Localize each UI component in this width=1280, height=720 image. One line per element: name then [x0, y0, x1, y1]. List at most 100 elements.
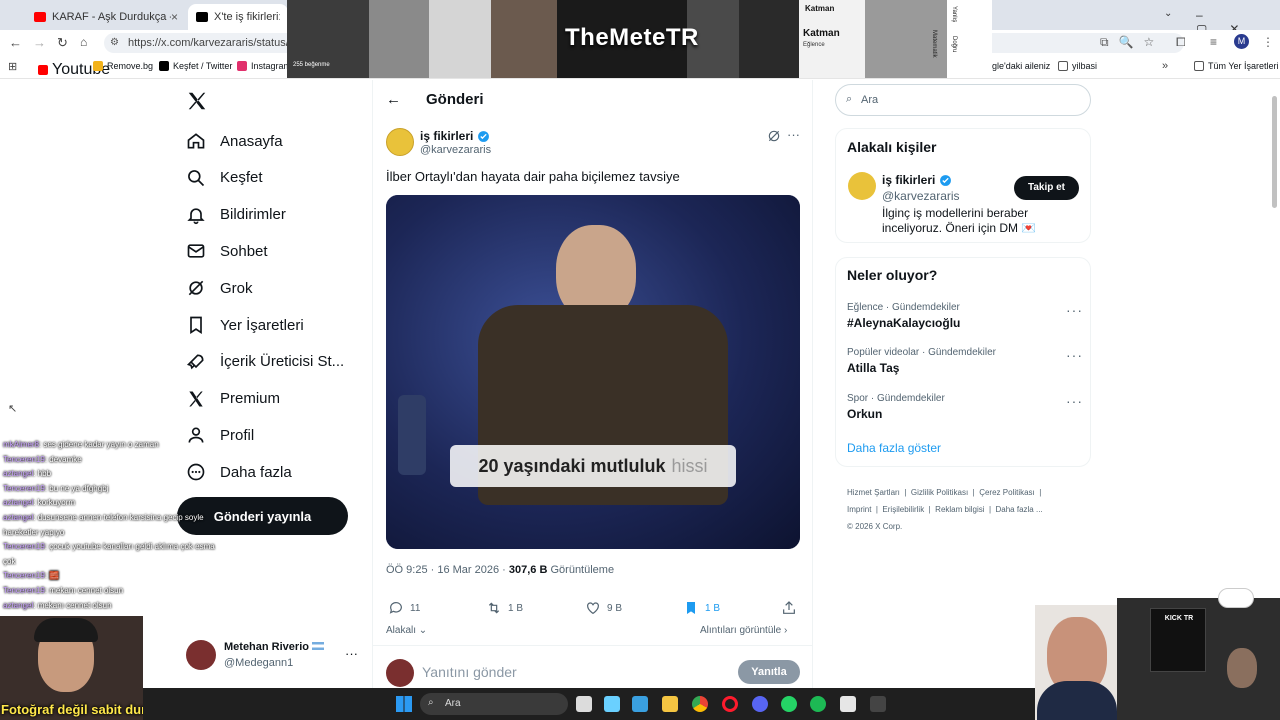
- taskbar-search[interactable]: ⌕ Ara: [420, 693, 568, 715]
- media-icon[interactable]: ≡: [1210, 35, 1217, 49]
- chat-message: aztangel: dusunsene annen telefon karsis…: [3, 513, 204, 522]
- grok-icon: [186, 278, 206, 298]
- related-handle[interactable]: @karvezararis: [882, 189, 960, 203]
- search-input[interactable]: ⌕ Ara: [835, 84, 1091, 116]
- page-title: Gönderi: [426, 91, 484, 108]
- home-browser-icon[interactable]: ⌂: [80, 35, 87, 49]
- author-handle[interactable]: @karvezararis: [420, 144, 491, 156]
- chat-text: : mekanı cennet olsun: [44, 586, 124, 595]
- footer-link[interactable]: Erişilebilirlik: [882, 505, 924, 514]
- copilot-icon[interactable]: [604, 696, 620, 712]
- kick-person: [1227, 648, 1257, 688]
- grok-icon[interactable]: [767, 129, 781, 143]
- reload-icon[interactable]: ↻: [57, 35, 68, 51]
- menu-icon[interactable]: ⋮: [1262, 35, 1274, 49]
- bookmark-action[interactable]: 1 B: [683, 600, 720, 616]
- trend-more-icon[interactable]: ···: [1066, 302, 1083, 318]
- chat-message: mkAlmer8: ses gidene kadar yayın o zaman: [3, 440, 159, 449]
- footer-link[interactable]: Imprint: [847, 505, 871, 514]
- post-more-icon[interactable]: ···: [787, 127, 800, 142]
- chat-user: aztangel: [3, 513, 34, 522]
- more-bookmarks-icon[interactable]: »: [1162, 60, 1168, 72]
- windows-start-icon[interactable]: [396, 696, 412, 712]
- all-bookmarks[interactable]: Tüm Yer İşaretleri: [1194, 61, 1279, 71]
- chat-text: : çocuk youtube kanalları geldi aklıma ç…: [44, 542, 215, 552]
- bookmark-yilbasi[interactable]: yilbasi: [1058, 61, 1097, 71]
- bookmark-kesfet[interactable]: Keşfet / Twitter: [159, 61, 232, 71]
- like-count: 9 B: [607, 602, 623, 614]
- obs-icon[interactable]: [870, 696, 886, 712]
- trend-item[interactable]: Eğlence · Gündemdekiler #AleynaKalaycıoğl…: [847, 302, 1077, 330]
- store-icon[interactable]: [840, 696, 856, 712]
- nav-item-9[interactable]: Profil: [186, 420, 254, 450]
- sort-replies[interactable]: Alakalı ⌄: [386, 625, 427, 636]
- author-name-text: iş fikirleri: [420, 129, 474, 143]
- reply-action[interactable]: 11: [388, 600, 420, 616]
- x-logo-icon[interactable]: [186, 90, 208, 112]
- back-arrow-icon[interactable]: ←: [386, 91, 401, 108]
- whatsapp-icon[interactable]: [781, 696, 797, 712]
- nav-item-4[interactable]: Sohbet: [186, 236, 268, 266]
- trend-item[interactable]: Spor · Gündemdekiler Orkun: [847, 393, 1077, 421]
- trend-more-icon[interactable]: ···: [1066, 393, 1083, 409]
- share-action[interactable]: [781, 600, 797, 616]
- person-icon: [186, 425, 206, 445]
- follow-button[interactable]: Takip et: [1014, 176, 1079, 200]
- avatar[interactable]: [186, 640, 216, 670]
- bookmark-aileniz[interactable]: gle'daki aileniz: [992, 61, 1050, 71]
- trend-more-icon[interactable]: ···: [1066, 347, 1083, 363]
- post-time[interactable]: ÖÖ 9:25 · 16 Mar 2026 ·: [386, 564, 509, 576]
- view-quotes-link[interactable]: Alıntıları görüntüle ›: [700, 625, 787, 636]
- toolbar-right-icons[interactable]: ⧉🔍☆: [1100, 35, 1164, 50]
- apps-icon[interactable]: ⊞: [8, 60, 17, 73]
- trend-item[interactable]: Popüler videolar · Gündemdekiler Atilla T…: [847, 347, 1077, 375]
- profile-avatar[interactable]: M: [1234, 34, 1249, 49]
- show-more-link[interactable]: Daha fazla göster: [847, 441, 941, 455]
- bookmark-instagram[interactable]: Instagram: [237, 61, 291, 71]
- author-avatar[interactable]: [386, 128, 414, 156]
- like-action[interactable]: 9 B: [585, 600, 622, 616]
- nav-item-2[interactable]: Keşfet: [186, 163, 263, 193]
- forward-icon[interactable]: →: [33, 35, 46, 50]
- bookmark-removebg[interactable]: Remove.bg: [93, 61, 153, 71]
- reply-button[interactable]: Yanıtla: [738, 660, 800, 684]
- extensions-icon[interactable]: ⧠: [1176, 35, 1186, 50]
- nav-item-1[interactable]: Anasayfa: [186, 126, 283, 156]
- footer-link[interactable]: Daha fazla ...: [996, 505, 1043, 514]
- nav-item-7[interactable]: İçerik Üreticisi St...: [186, 347, 344, 377]
- opera-icon[interactable]: [722, 696, 738, 712]
- scrollbar[interactable]: [1272, 96, 1277, 208]
- back-icon[interactable]: ←: [9, 35, 22, 50]
- chat-text: : mekanı cennet olsun: [33, 600, 112, 610]
- nav-item-3[interactable]: Bildirimler: [186, 200, 286, 230]
- nav-item-5[interactable]: Grok: [186, 273, 253, 303]
- task-view-icon[interactable]: [576, 696, 592, 712]
- browser-tab-1[interactable]: KARAF - Aşk Durdukça - YouTube ×: [26, 4, 186, 30]
- file-explorer-icon[interactable]: [662, 696, 678, 712]
- footer-link[interactable]: Gizlilik Politikası: [911, 488, 968, 497]
- bookmark-label: Tüm Yer İşaretleri: [1208, 61, 1279, 71]
- chrome-icon[interactable]: [692, 696, 708, 712]
- author-name[interactable]: iş fikirleri: [420, 129, 490, 143]
- chevron-down-icon[interactable]: ⌄: [1164, 8, 1172, 19]
- browser-tab-2[interactable]: X'te iş fikirleri: "İlber Ortaylı'dan ha…: [188, 4, 288, 30]
- nav-item-8[interactable]: Premium: [186, 384, 280, 414]
- site-info-icon[interactable]: ⚙: [110, 37, 119, 48]
- footer-link[interactable]: Reklam bilgisi: [935, 505, 984, 514]
- scroll-pill[interactable]: [1218, 588, 1254, 608]
- app-icon[interactable]: [632, 696, 648, 712]
- nav-item-10[interactable]: Daha fazla: [186, 457, 292, 487]
- footer-link[interactable]: Hizmet Şartları: [847, 488, 900, 497]
- discord-icon[interactable]: [752, 696, 768, 712]
- more-icon[interactable]: ···: [345, 646, 358, 661]
- related-name[interactable]: iş fikirleri: [882, 173, 952, 187]
- related-avatar[interactable]: [848, 172, 876, 200]
- banner-likes: 255 beğenme: [293, 62, 330, 68]
- close-icon[interactable]: ×: [171, 10, 178, 24]
- repost-action[interactable]: 1 B: [486, 600, 523, 616]
- reply-input[interactable]: Yanıtını gönder: [422, 664, 517, 680]
- spotify-icon[interactable]: [810, 696, 826, 712]
- footer-link[interactable]: Çerez Politikası: [979, 488, 1035, 497]
- post-video[interactable]: 20 yaşındaki mutluluk hissi: [386, 195, 800, 549]
- nav-item-6[interactable]: Yer İşaretleri: [186, 310, 304, 340]
